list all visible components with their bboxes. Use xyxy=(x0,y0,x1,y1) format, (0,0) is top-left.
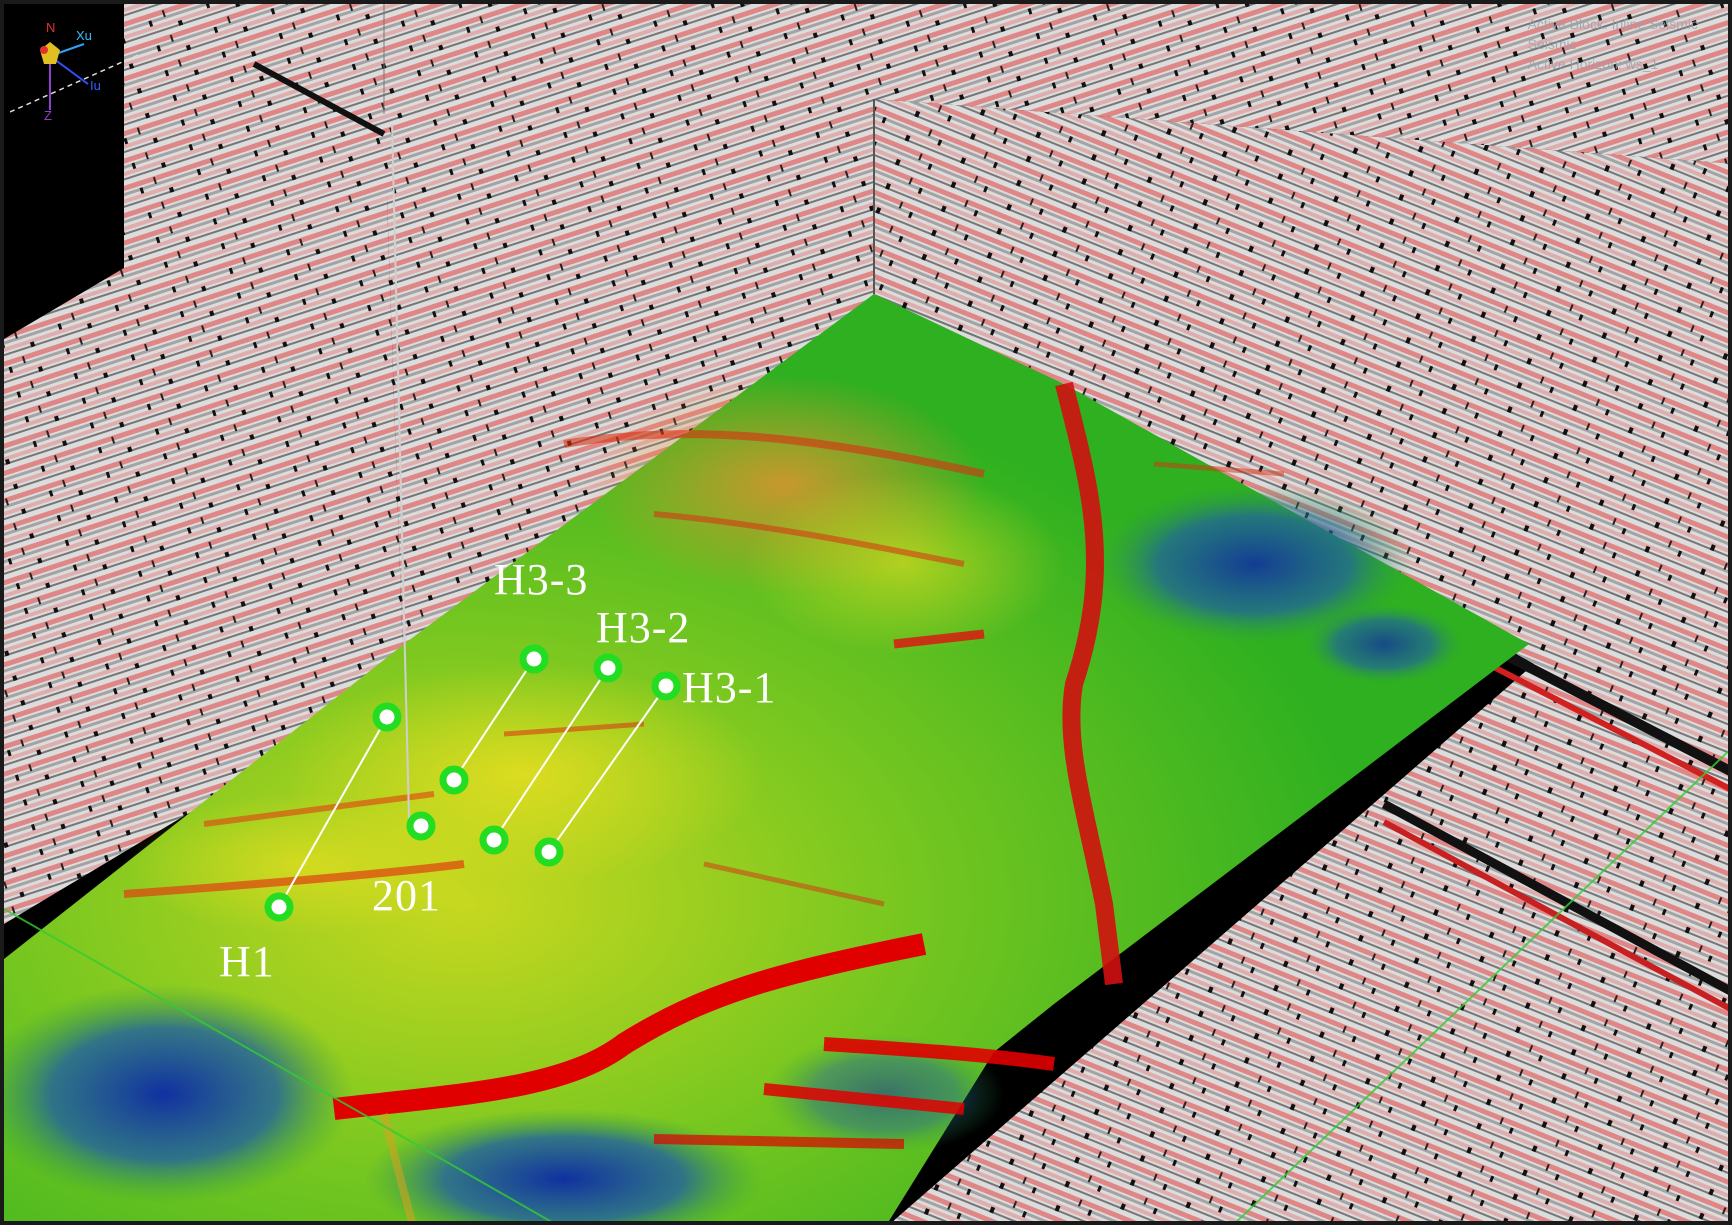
hud-line: Active Block: Inline Seismic xyxy=(1527,16,1698,32)
well-marker-H1-top xyxy=(372,702,402,732)
well-marker-H3-3-bottom xyxy=(439,765,469,795)
well-marker-H3-1-top xyxy=(651,671,681,701)
well-marker-201 xyxy=(406,811,436,841)
compass-y-label: Iu xyxy=(90,78,101,93)
hud-line: Active Horizon: ws_1 xyxy=(1527,56,1659,72)
seismic-scene[interactable]: H1 201 H3-3 H3-2 H3-1 xyxy=(4,4,1732,1225)
well-label-H1: H1 xyxy=(219,937,275,986)
well-marker-H3-2-bottom xyxy=(479,825,509,855)
well-marker-H3-1-bottom xyxy=(534,837,564,867)
well-label-H3-1: H3-1 xyxy=(682,663,776,712)
compass-north-label: N xyxy=(46,20,55,35)
well-label-H3-2: H3-2 xyxy=(596,603,690,652)
compass-x-label: Xu xyxy=(76,28,92,43)
hud-line: Seismic xyxy=(1527,36,1577,52)
well-marker-H3-3-top xyxy=(519,644,549,674)
well-label-H3-3: H3-3 xyxy=(494,555,588,604)
well-marker-H3-2-top xyxy=(593,653,623,683)
compass-z-label: Z xyxy=(44,108,52,120)
3d-viewport[interactable]: H1 201 H3-3 H3-2 H3-1 N Xu Iu Z Active B… xyxy=(0,0,1732,1225)
well-marker-H1-bottom xyxy=(264,892,294,922)
orientation-compass[interactable]: N Xu Iu Z xyxy=(10,10,140,120)
well-label-201: 201 xyxy=(372,871,441,920)
hud-info: Active Block: Inline Seismic Seismic Act… xyxy=(1528,14,1698,74)
